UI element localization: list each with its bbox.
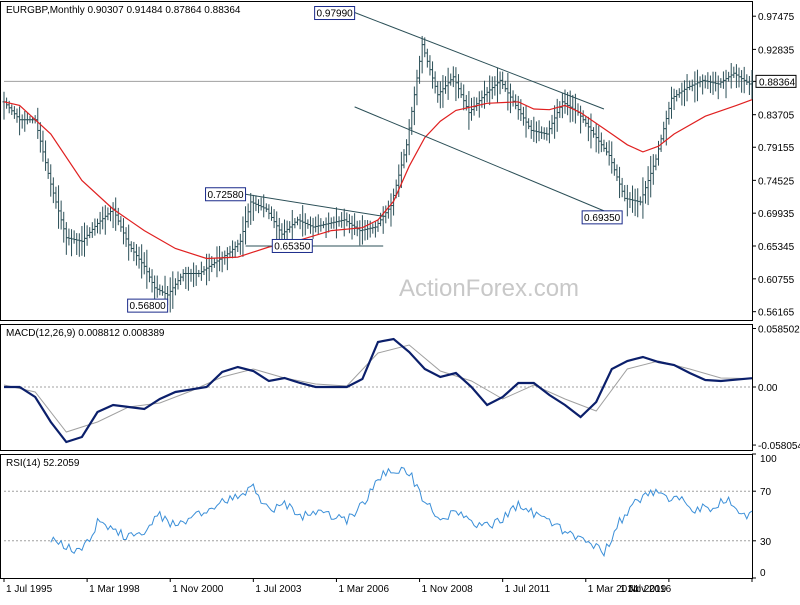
price-annotation: 0.72580 [205,187,247,202]
x-tick-label: 1 Jul 2011 [505,584,551,595]
watermark: ActionForex.com [399,275,579,302]
x-tick-label: 1 Jul 2003 [255,584,302,595]
macd-y-tick-label: 0.00 [758,383,778,394]
trading-chart: ActionForex.com 0.97475 0.92835 0.88364 0.8… [0,0,800,600]
price-annotation: 0.65350 [271,238,313,253]
price-y-tick-label: 0.60755 [758,275,795,286]
x-tick-label: 1 Mar 2006 [338,584,389,595]
price-y-tick-label: 0.92835 [758,45,795,56]
annotation-label: 0.97990 [317,9,354,20]
annotation-label: 0.65350 [274,241,311,252]
rsi-y-tick-label: 70 [760,487,772,498]
annotation-label: 0.72580 [207,190,244,201]
x-tick-label: 1 Nov 2008 [422,584,474,595]
price-annotation: 0.97990 [314,6,356,21]
x-tick-label: 1 Mar 1998 [89,584,140,595]
annotation-label: 0.56800 [130,301,167,312]
price-y-tick-label: 0.79155 [758,143,795,154]
macd-y-tick-label: -0.058054 [758,441,800,452]
rsi-y-tick-label: 100 [760,454,777,465]
chart-canvas: ActionForex.com 0.97475 0.92835 0.88364 0.8… [0,0,800,600]
price-y-tick-label: 0.56165 [758,308,795,319]
price-y-tick-label: 0.74525 [758,176,795,187]
x-tick-label: 1 Nov 2000 [172,584,224,595]
annotation-label: 0.69350 [584,213,621,224]
macd-pane-title: MACD(12,26,9) 0.008812 0.008389 [6,328,165,339]
rsi-y-tick-label: 30 [760,537,772,548]
rsi-pane-title: RSI(14) 52.2059 [6,458,80,469]
macd-y-tick-label: 0.058502 [758,324,800,335]
current-price-label: 0.88364 [759,77,796,88]
price-y-tick-label: 0.65345 [758,242,795,253]
x-tick-label: 1 Jul 2019 [620,584,667,595]
price-annotation: 0.56800 [127,298,169,313]
x-tick-label: 1 Jul 1995 [6,584,53,595]
rsi-y-tick-label: 0 [760,568,766,579]
price-y-tick-label: 0.97475 [758,12,795,23]
price-y-tick-label: 0.69935 [758,209,795,220]
price-pane-title: EURGBP,Monthly 0.90307 0.91484 0.87864 0… [6,5,241,16]
price-y-tick-label: 0.83705 [758,111,795,122]
price-annotation: 0.69350 [581,210,623,225]
